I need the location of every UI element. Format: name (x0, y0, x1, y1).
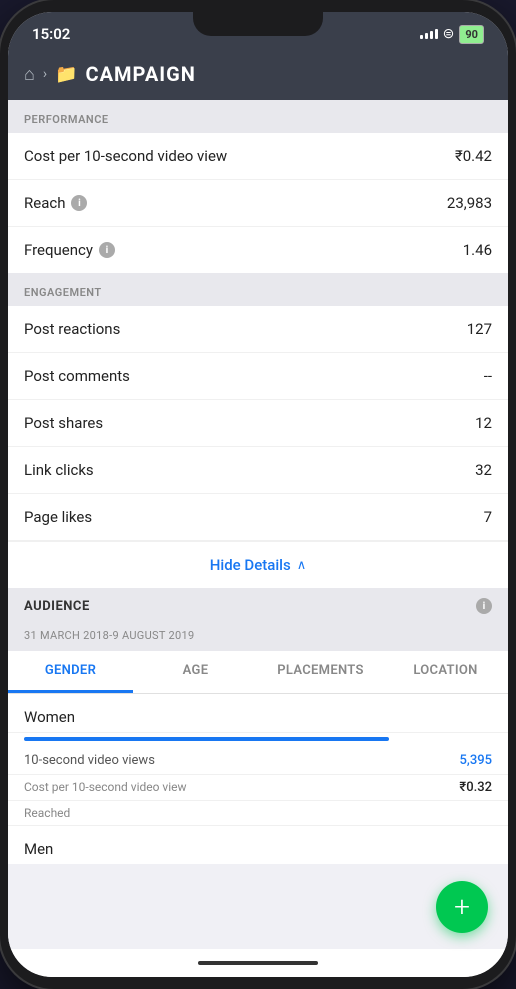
audience-stat-value-cost: ₹0.32 (459, 780, 492, 795)
performance-label: PERFORMANCE (24, 113, 109, 126)
metric-value-post-shares: 12 (475, 414, 492, 432)
info-icon-reach[interactable]: i (71, 195, 87, 211)
metric-label-link-clicks: Link clicks (24, 461, 94, 479)
home-indicator (8, 949, 508, 977)
folder-icon: 📁 (55, 64, 77, 85)
tab-location[interactable]: LOCATION (383, 651, 508, 693)
engagement-metrics: Post reactions 127 Post comments -- Post… (8, 306, 508, 588)
audience-header: AUDIENCE i (8, 588, 508, 620)
status-time: 15:02 (32, 25, 70, 43)
page-header: ⌂ › 📁 CAMPAIGN (8, 52, 508, 100)
phone-screen: 15:02 ⊜ 90 ⌂ › 📁 CAMPAIGN PE (8, 12, 508, 977)
audience-group-women-label: Women (8, 694, 508, 733)
audience-stat-value-video-views: 5,395 (460, 753, 492, 768)
metric-row: Link clicks 32 (8, 447, 508, 494)
metric-label-post-reactions: Post reactions (24, 320, 120, 338)
date-range: 31 MARCH 2018-9 AUGUST 2019 (8, 620, 508, 651)
performance-metrics: Cost per 10-second video view ₹0.42 Reac… (8, 133, 508, 273)
phone-shell: 15:02 ⊜ 90 ⌂ › 📁 CAMPAIGN PE (0, 0, 516, 989)
metric-value-reach: 23,983 (447, 194, 492, 212)
page-title: CAMPAIGN (86, 62, 196, 86)
audience-stat-row: 10-second video views 5,395 (8, 747, 508, 775)
info-icon-audience[interactable]: i (476, 598, 492, 614)
add-button[interactable]: + (436, 881, 488, 933)
metric-value-post-comments: -- (484, 367, 492, 385)
wifi-icon: ⊜ (443, 26, 455, 42)
metric-value-page-likes: 7 (484, 508, 492, 526)
audience-stat-row-reached: Reached (8, 801, 508, 826)
metric-label-post-comments: Post comments (24, 367, 130, 385)
metric-row: Post reactions 127 (8, 306, 508, 353)
audience-title: AUDIENCE (24, 599, 90, 614)
battery-indicator: 90 (459, 25, 484, 44)
engagement-section-header: ENGAGEMENT (8, 273, 508, 306)
status-icons: ⊜ 90 (420, 25, 484, 44)
metric-label-frequency: Frequency i (24, 241, 115, 259)
audience-stat-label-cost: Cost per 10-second video view (24, 780, 187, 795)
add-icon: + (454, 893, 470, 921)
main-content: PERFORMANCE Cost per 10-second video vie… (8, 100, 508, 949)
audience-tabs: GENDER AGE PLACEMENTS LOCATION (8, 651, 508, 694)
audience-bar-women (8, 733, 508, 741)
metric-value-cost-video: ₹0.42 (455, 147, 492, 165)
metric-label-page-likes: Page likes (24, 508, 92, 526)
tab-gender[interactable]: GENDER (8, 651, 133, 693)
notch (193, 12, 323, 36)
home-bar (198, 961, 318, 965)
metric-row: Frequency i 1.46 (8, 227, 508, 273)
metric-row: Cost per 10-second video view ₹0.42 (8, 133, 508, 180)
hide-details-chevron-icon: ∧ (297, 558, 307, 573)
tab-age[interactable]: AGE (133, 651, 258, 693)
metric-label-reach: Reach i (24, 194, 87, 212)
metric-row: Post comments -- (8, 353, 508, 400)
performance-section-header: PERFORMANCE (8, 100, 508, 133)
audience-stat-label-reached: Reached (24, 806, 70, 820)
metric-row: Reach i 23,983 (8, 180, 508, 227)
metric-value-link-clicks: 32 (475, 461, 492, 479)
metric-value-frequency: 1.46 (463, 241, 492, 259)
tab-placements[interactable]: PLACEMENTS (258, 651, 383, 693)
signal-icon (420, 29, 438, 39)
audience-stat-label-video-views: 10-second video views (24, 753, 155, 768)
audience-content: Women 10-second video views 5,395 Cost p… (8, 694, 508, 864)
metric-label-cost-video: Cost per 10-second video view (24, 147, 227, 165)
engagement-label: ENGAGEMENT (24, 286, 102, 299)
audience-stat-row-cost: Cost per 10-second video view ₹0.32 (8, 775, 508, 801)
hide-details-button[interactable]: Hide Details ∧ (8, 541, 508, 588)
audience-group-men-label: Men (8, 826, 508, 864)
metric-row: Post shares 12 (8, 400, 508, 447)
metric-value-post-reactions: 127 (467, 320, 492, 338)
breadcrumb-chevron: › (43, 66, 47, 82)
home-icon[interactable]: ⌂ (24, 64, 35, 85)
hide-details-label: Hide Details (210, 556, 291, 574)
info-icon-frequency[interactable]: i (99, 242, 115, 258)
metric-row: Page likes 7 (8, 494, 508, 541)
metric-label-post-shares: Post shares (24, 414, 103, 432)
date-range-text: 31 MARCH 2018-9 AUGUST 2019 (24, 629, 194, 642)
